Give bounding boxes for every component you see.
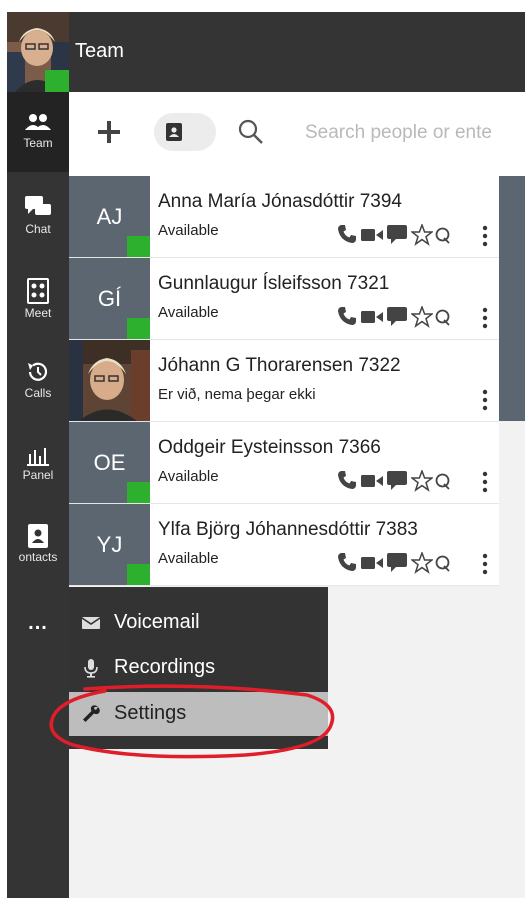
chat-icon[interactable] [387, 307, 407, 332]
rail-item-meet[interactable]: Meet [7, 274, 69, 354]
app-window: Team Team Chat Meet Calls Panel ontacts … [7, 12, 525, 898]
rail-label: ontacts [18, 550, 58, 564]
presence-dot [127, 318, 150, 339]
envelope-icon [81, 617, 101, 629]
rail-item-chat[interactable]: Chat [7, 192, 69, 272]
more-options-icon[interactable] [482, 471, 488, 493]
contact-card[interactable]: GÍ Gunnlaugur Ísleifsson 7321 Available [69, 258, 499, 340]
contact-name: Jóhann G Thorarensen 7322 [158, 355, 401, 376]
search-input[interactable] [305, 116, 525, 150]
video-icon[interactable] [361, 309, 383, 330]
contact-status: Er við, nema þegar ekki [158, 386, 316, 403]
contact-avatar: GÍ [69, 258, 150, 339]
menu-item-label: Voicemail [114, 611, 200, 633]
menu-item-voicemail[interactable]: Voicemail [69, 601, 328, 645]
menu-item-recordings[interactable]: Recordings [69, 646, 328, 690]
search-icon[interactable] [237, 118, 265, 146]
presence-dot [127, 564, 150, 585]
chat-icon [25, 196, 51, 215]
contact-status: Available [158, 222, 219, 239]
favorite-star-icon[interactable] [409, 304, 435, 333]
rail-item-contacts[interactable]: ontacts [7, 520, 69, 600]
more-menu: Voicemail Recordings Settings [69, 587, 328, 749]
presence-dot [127, 236, 150, 257]
contact-avatar: OE [69, 422, 150, 503]
contact-avatar [69, 340, 150, 421]
contact-status: Available [158, 304, 219, 321]
chat-icon[interactable] [387, 553, 407, 578]
page-title: Team [75, 40, 124, 62]
queue-icon[interactable] [435, 554, 451, 579]
contact-initials: OE [93, 450, 126, 475]
rail-label: Calls [24, 386, 52, 400]
more-options-icon[interactable] [482, 307, 488, 329]
microphone-icon [84, 659, 98, 678]
rail-label: Panel [22, 468, 54, 482]
rail-label: Chat [25, 222, 51, 236]
favorite-star-icon[interactable] [409, 468, 435, 497]
rail-label: Team [23, 136, 53, 150]
phone-icon[interactable] [337, 552, 357, 577]
queue-icon[interactable] [435, 226, 451, 251]
contact-status: Available [158, 550, 219, 567]
menu-item-label: Recordings [114, 656, 216, 678]
rail-label: Meet [24, 306, 52, 320]
contact-card[interactable]: YJ Ylfa Björg Jóhannesdóttir 7383 Availa… [69, 504, 499, 586]
people-icon [25, 114, 51, 130]
video-icon[interactable] [361, 227, 383, 248]
contact-photo [69, 340, 150, 421]
contact-card-icon [28, 524, 48, 548]
meet-icon [27, 278, 49, 304]
contact-initials: AJ [96, 204, 123, 229]
more-options-icon[interactable] [482, 389, 488, 411]
more-button[interactable]: ... [7, 612, 69, 635]
add-icon[interactable] [89, 112, 129, 152]
favorite-star-icon[interactable] [409, 222, 435, 251]
user-avatar[interactable] [7, 12, 69, 92]
phone-icon[interactable] [337, 306, 357, 331]
phone-icon[interactable] [337, 470, 357, 495]
contact-name: Ylfa Björg Jóhannesdóttir 7383 [158, 519, 418, 540]
contact-avatar: YJ [69, 504, 150, 585]
chat-icon[interactable] [387, 225, 407, 250]
contact-avatar: AJ [69, 176, 150, 257]
contact-status: Available [158, 468, 219, 485]
more-options-icon[interactable] [482, 553, 488, 575]
rail-item-calls[interactable]: Calls [7, 356, 69, 436]
video-icon[interactable] [361, 473, 383, 494]
contact-name: Gunnlaugur Ísleifsson 7321 [158, 273, 390, 294]
menu-item-label: Settings [114, 702, 187, 724]
rail-item-panel[interactable]: Panel [7, 438, 69, 518]
adjacent-column [499, 176, 525, 421]
contact-name: Anna María Jónasdóttir 7394 [158, 191, 402, 212]
queue-icon[interactable] [435, 472, 451, 497]
contact-card[interactable]: Jóhann G Thorarensen 7322 Er við, nema þ… [69, 340, 499, 422]
presence-dot [127, 482, 150, 503]
presence-dot [45, 70, 69, 92]
wrench-icon [83, 705, 100, 722]
phone-icon[interactable] [337, 224, 357, 249]
toolbar [69, 92, 525, 176]
queue-icon[interactable] [435, 308, 451, 333]
contact-initials: GÍ [97, 286, 122, 311]
contacts-toggle[interactable] [154, 113, 216, 151]
contact-card-icon [166, 123, 182, 141]
chat-icon[interactable] [387, 471, 407, 496]
nav-rail: Team Chat Meet Calls Panel ontacts ... [7, 92, 69, 898]
menu-item-settings[interactable]: Settings [69, 692, 328, 736]
bar-chart-icon [27, 448, 49, 466]
contact-card[interactable]: AJ Anna María Jónasdóttir 7394 Available [69, 176, 499, 258]
top-bar: Team [7, 12, 525, 92]
contact-name: Oddgeir Eysteinsson 7366 [158, 437, 381, 458]
rail-item-team[interactable]: Team [7, 92, 69, 172]
contact-initials: YJ [96, 532, 123, 557]
contact-card[interactable]: OE Oddgeir Eysteinsson 7366 Available [69, 422, 499, 504]
favorite-star-icon[interactable] [409, 550, 435, 579]
more-options-icon[interactable] [482, 225, 488, 247]
video-icon[interactable] [361, 555, 383, 576]
history-icon [28, 362, 48, 381]
